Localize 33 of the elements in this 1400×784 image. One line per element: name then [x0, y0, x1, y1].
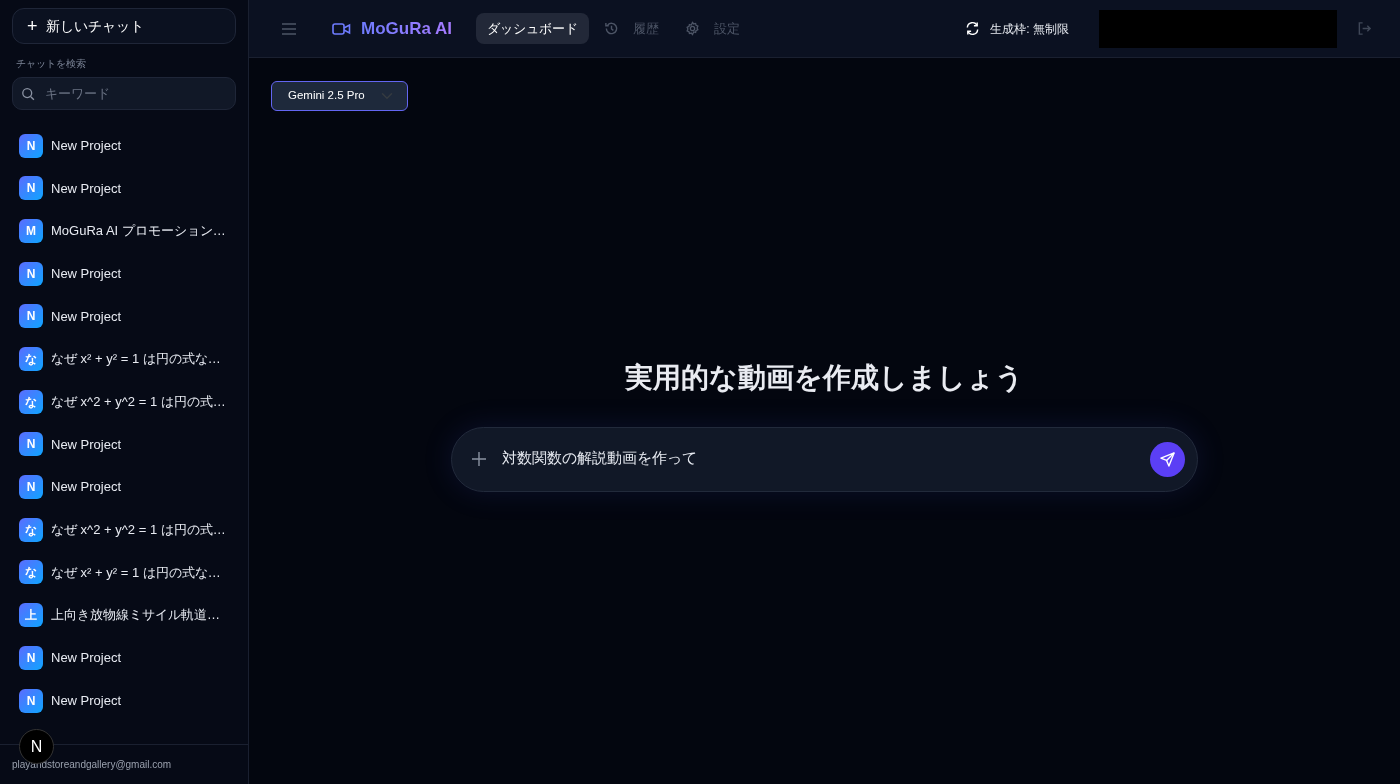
chat-item[interactable]: N New Project: [0, 636, 248, 680]
chat-item[interactable]: な なぜ x² + y² = 1 は円の式な…: [0, 551, 248, 594]
chat-item[interactable]: N New Project: [0, 166, 248, 210]
prompt-input[interactable]: 対数関数の解説動画を作って: [500, 447, 1136, 471]
search-icon: [21, 85, 36, 102]
chat-item[interactable]: M MoGuRa AI プロモーション…: [0, 209, 248, 253]
logout-icon[interactable]: [1357, 21, 1372, 36]
chat-item[interactable]: な なぜ x² + y² = 1 は円の式な…: [0, 337, 248, 381]
send-icon: [1160, 451, 1175, 467]
chat-item[interactable]: N New Project: [0, 124, 248, 167]
chat-item[interactable]: N New Project: [0, 252, 248, 295]
chat-item[interactable]: N New Project: [0, 679, 248, 722]
chat-item[interactable]: 上 上向き放物線ミサイル軌道…: [0, 593, 248, 637]
gear-icon: [685, 21, 700, 36]
refresh-icon: [965, 21, 981, 36]
prompt-field[interactable]: 対数関数の解説動画を作って: [451, 426, 1198, 492]
nav-tab[interactable]: ダッシュボード: [476, 12, 589, 45]
chat-item[interactable]: N New Project: [0, 423, 248, 466]
chat-item[interactable]: N New Project: [0, 295, 248, 338]
search-input[interactable]: キーワード: [43, 83, 227, 105]
history-icon: [604, 21, 619, 36]
page-heading: 実用的な動画を作成しましょう: [625, 361, 1024, 395]
search-field[interactable]: キーワード: [12, 77, 236, 111]
quota-text: 生成枠: 無制限: [990, 20, 1069, 38]
send-button[interactable]: [1150, 441, 1185, 477]
model-select[interactable]: Gemini 2.5 Pro: [271, 81, 408, 111]
search-label: チャットを検索: [16, 57, 87, 71]
chat-item[interactable]: な なぜ x^2 + y^2 = 1 は円の式…: [0, 380, 248, 424]
chat-item[interactable]: な なぜ x^2 + y^2 = 1 は円の式…: [0, 508, 248, 552]
chat-item[interactable]: N New Project: [0, 465, 248, 509]
new-chat-button[interactable]: + 新しいチャット: [12, 8, 236, 44]
plus-icon[interactable]: [472, 452, 486, 467]
video-camera-icon: [332, 21, 351, 36]
